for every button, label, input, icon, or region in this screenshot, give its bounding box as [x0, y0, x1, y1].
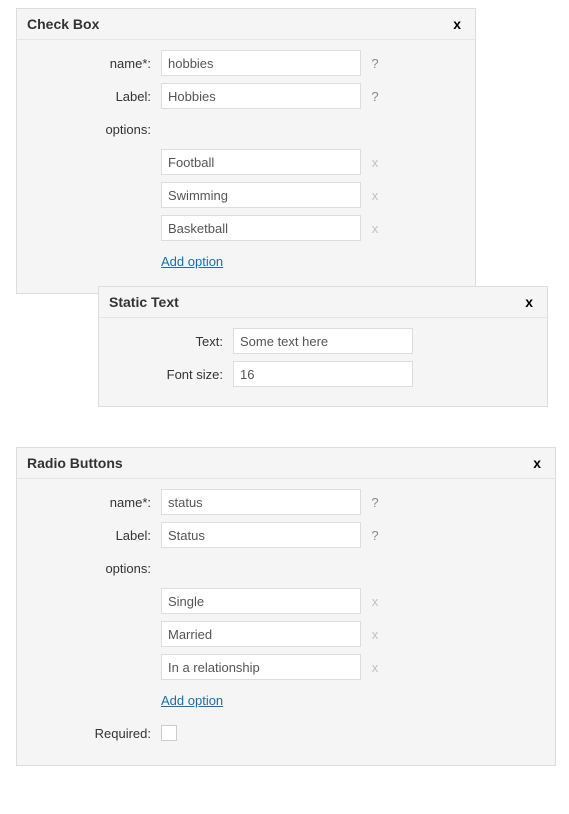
required-checkbox[interactable]: [161, 725, 177, 741]
checkbox-panel: Check Box x name*: ? Label: ? options: x…: [16, 8, 476, 294]
label-label: Label:: [31, 528, 161, 543]
label-input[interactable]: [161, 522, 361, 548]
remove-option-icon[interactable]: x: [365, 627, 385, 642]
help-icon[interactable]: ?: [365, 89, 385, 104]
remove-option-icon[interactable]: x: [365, 155, 385, 170]
field-row-name: name*: ?: [31, 50, 461, 76]
text-input[interactable]: [233, 328, 413, 354]
panel-title: Radio Buttons: [27, 455, 123, 471]
help-icon[interactable]: ?: [365, 528, 385, 543]
option-row: x: [31, 149, 461, 175]
fontsize-input[interactable]: [233, 361, 413, 387]
options-label: options:: [31, 561, 161, 576]
panel-body: name*: ? Label: ? options: x x x: [17, 479, 555, 765]
option-row: x: [31, 182, 461, 208]
option-row: x: [31, 588, 541, 614]
option-row: x: [31, 621, 541, 647]
option-input[interactable]: [161, 215, 361, 241]
text-label: Text:: [113, 334, 233, 349]
fontsize-label: Font size:: [113, 367, 233, 382]
field-row-fontsize: Font size:: [113, 361, 533, 387]
panel-body: Text: Font size:: [99, 318, 547, 406]
help-icon[interactable]: ?: [365, 495, 385, 510]
panel-title: Check Box: [27, 16, 99, 32]
name-label: name*:: [31, 495, 161, 510]
remove-option-icon[interactable]: x: [365, 188, 385, 203]
field-row-label: Label: ?: [31, 522, 541, 548]
name-label: name*:: [31, 56, 161, 71]
field-row-options-label: options:: [31, 555, 541, 581]
option-input[interactable]: [161, 621, 361, 647]
remove-option-icon[interactable]: x: [365, 594, 385, 609]
options-label: options:: [31, 122, 161, 137]
label-label: Label:: [31, 89, 161, 104]
panel-header: Static Text x: [99, 287, 547, 318]
name-input[interactable]: [161, 50, 361, 76]
label-input[interactable]: [161, 83, 361, 109]
panel-header: Check Box x: [17, 9, 475, 40]
add-option-link[interactable]: Add option: [161, 254, 223, 269]
remove-option-icon[interactable]: x: [365, 660, 385, 675]
close-icon[interactable]: x: [529, 455, 545, 471]
required-label: Required:: [31, 726, 161, 741]
radio-panel: Radio Buttons x name*: ? Label: ? option…: [16, 447, 556, 766]
add-option-row: Add option: [31, 248, 461, 274]
panel-title: Static Text: [109, 294, 179, 310]
option-input[interactable]: [161, 182, 361, 208]
field-row-options-label: options:: [31, 116, 461, 142]
panel-header: Radio Buttons x: [17, 448, 555, 479]
help-icon[interactable]: ?: [365, 56, 385, 71]
statictext-panel: Static Text x Text: Font size:: [98, 286, 548, 407]
panel-body: name*: ? Label: ? options: x x x: [17, 40, 475, 293]
option-row: x: [31, 654, 541, 680]
option-input[interactable]: [161, 654, 361, 680]
field-row-required: Required:: [31, 720, 541, 746]
add-option-link[interactable]: Add option: [161, 693, 223, 708]
option-input[interactable]: [161, 149, 361, 175]
field-row-text: Text:: [113, 328, 533, 354]
add-option-row: Add option: [31, 687, 541, 713]
close-icon[interactable]: x: [449, 16, 465, 32]
name-input[interactable]: [161, 489, 361, 515]
field-row-name: name*: ?: [31, 489, 541, 515]
remove-option-icon[interactable]: x: [365, 221, 385, 236]
close-icon[interactable]: x: [521, 294, 537, 310]
field-row-label: Label: ?: [31, 83, 461, 109]
option-input[interactable]: [161, 588, 361, 614]
option-row: x: [31, 215, 461, 241]
